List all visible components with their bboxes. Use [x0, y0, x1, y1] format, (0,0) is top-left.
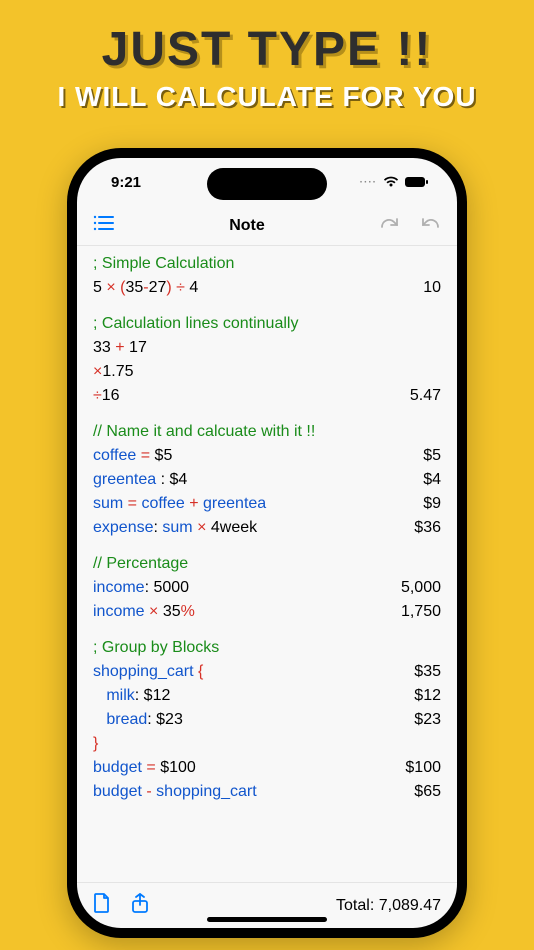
- hero-line1: JUST TYPE !!: [0, 22, 534, 77]
- total-label: Total: 7,089.47: [336, 897, 441, 915]
- result-value: $100: [405, 756, 441, 780]
- calc-line: greentea : $4 $4: [93, 468, 441, 492]
- hero-banner: JUST TYPE !! I WILL CALCULATE FOR YOU: [0, 0, 534, 113]
- calc-line: 33 + 17: [93, 336, 441, 360]
- calc-line: 5 × (35-27) ÷ 4 10: [93, 276, 441, 300]
- result-value: 5.47: [410, 384, 441, 408]
- result-value: $9: [423, 492, 441, 516]
- result-value: $23: [414, 708, 441, 732]
- comment-line: ; Group by Blocks: [93, 636, 441, 660]
- result-value: 1,750: [401, 600, 441, 624]
- calc-line: budget = $100 $100: [93, 756, 441, 780]
- share-icon[interactable]: [131, 893, 149, 918]
- nav-title: Note: [229, 217, 265, 235]
- home-indicator: [207, 917, 327, 922]
- battery-icon: [405, 176, 429, 188]
- result-value: $4: [423, 468, 441, 492]
- phone-screen: 9:21 ···· Note: [77, 158, 457, 928]
- status-time: 9:21: [111, 174, 141, 191]
- calc-line: sum = coffee + greentea $9: [93, 492, 441, 516]
- calc-line: bread: $23 $23: [93, 708, 441, 732]
- comment-line: // Name it and calcuate with it !!: [93, 420, 441, 444]
- editor-content[interactable]: ; Simple Calculation 5 × (35-27) ÷ 4 10 …: [77, 246, 457, 882]
- calc-line: }: [93, 732, 441, 756]
- status-right: ····: [360, 176, 429, 188]
- calc-line: milk: $12 $12: [93, 684, 441, 708]
- calc-line: income: 5000 5,000: [93, 576, 441, 600]
- calc-line: shopping_cart { $35: [93, 660, 441, 684]
- comment-line: ; Calculation lines continually: [93, 312, 441, 336]
- result-value: $36: [414, 516, 441, 540]
- calc-line: income × 35% 1,750: [93, 600, 441, 624]
- result-value: $5: [423, 444, 441, 468]
- phone-frame: 9:21 ···· Note: [67, 148, 467, 938]
- hero-line2: I WILL CALCULATE FOR YOU: [0, 81, 534, 113]
- result-value: $35: [414, 660, 441, 684]
- redo-icon[interactable]: [379, 215, 401, 236]
- comment-line: ; Simple Calculation: [93, 252, 441, 276]
- dynamic-island: [207, 168, 327, 200]
- result-value: 5,000: [401, 576, 441, 600]
- result-value: $12: [414, 684, 441, 708]
- wifi-icon: [383, 176, 399, 188]
- result-value: 10: [423, 276, 441, 300]
- calc-line: ÷16 5.47: [93, 384, 441, 408]
- undo-icon[interactable]: [419, 215, 441, 236]
- calc-line: budget - shopping_cart $65: [93, 780, 441, 804]
- cellular-dots-icon: ····: [360, 177, 377, 188]
- result-value: $65: [414, 780, 441, 804]
- calc-line: coffee = $5 $5: [93, 444, 441, 468]
- new-note-icon[interactable]: [93, 893, 111, 918]
- comment-line: // Percentage: [93, 552, 441, 576]
- calc-line: expense: sum × 4week $36: [93, 516, 441, 540]
- list-icon[interactable]: [93, 214, 115, 237]
- nav-bar: Note: [77, 206, 457, 246]
- calc-line: ×1.75: [93, 360, 441, 384]
